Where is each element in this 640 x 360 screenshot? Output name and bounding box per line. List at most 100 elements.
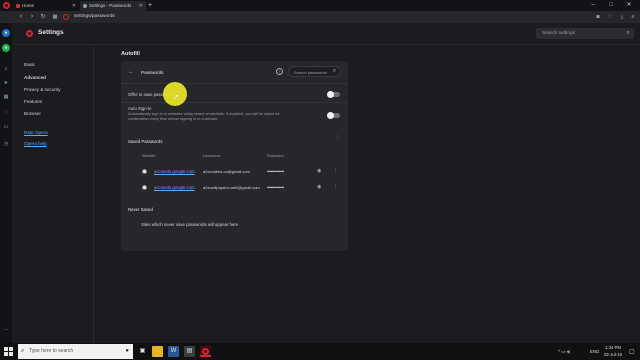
easy-setup-icon[interactable]: ≡ [629,13,637,21]
opera-sidebar: ● ● ⌕ ➤ ▦ ♡ ▭ ◷ ··· [0,23,12,343]
passwords-title: Passwords [141,70,164,75]
taskbar-search-placeholder: Type here to search [29,348,74,354]
toggle-knob [327,91,334,98]
search-icon: ⌕ [333,68,337,74]
row-menu-icon[interactable]: ⋮ [333,184,338,190]
opera-taskbar-icon[interactable] [200,346,211,357]
tab-settings-passwords[interactable]: Settings - Passwords ✕ [80,1,146,11]
divider [121,102,348,103]
minimize-icon[interactable]: – [586,0,600,11]
auto-sign-in-description-line1: Automatically sign in to websites using … [128,112,280,116]
sidebar-search-icon[interactable]: ⌕ [2,65,10,73]
clock-time[interactable]: 1:34 PM [605,345,621,350]
table-row: accounts.google.com a2zcodebs.co@gmail.c… [121,167,348,177]
forward-icon[interactable]: › [27,12,37,22]
saved-passwords-menu-icon[interactable]: ⋮ [335,134,340,140]
search-settings-placeholder: Search settings [542,31,576,36]
url-field[interactable]: settings/passwords [74,13,580,21]
auto-sign-in-toggle[interactable] [327,112,340,119]
maximize-icon[interactable]: □ [604,0,618,11]
settings-nav: Basic Advanced Privacy & security Featur… [12,46,94,343]
search-icon: ⌕ [21,348,25,354]
search-icon: ⌕ [626,30,630,36]
close-tab-icon[interactable]: ✕ [72,1,76,11]
row-username: a2zcodebs.co@gmail.com [203,169,250,174]
taskbar: ⌕ Type here to search ● ▣ W ▤ ^ ▭ ◂) ENG… [0,343,640,360]
heart-icon[interactable]: ♡ [606,13,614,21]
never-saved-title: Never Saved [128,207,153,212]
download-icon[interactable]: ⤓ [618,13,626,21]
language-indicator[interactable]: ENG [590,349,599,354]
google-favicon-icon [142,169,147,174]
column-username: Username [203,154,221,158]
tab-home[interactable]: Home ✕ [13,1,79,11]
file-explorer-icon[interactable] [152,346,163,357]
page-title: Settings [38,29,64,36]
tab-strip: Home ✕ Settings - Passwords ✕ + – □ ✕ [0,0,640,11]
show-password-eye-icon[interactable]: ◉ [317,184,321,190]
microphone-icon[interactable]: ● [125,344,129,359]
snapshot-icon[interactable]: ◙ [594,13,602,21]
nav-advanced[interactable]: Advanced [24,75,46,80]
row-username: a2zwallpapers.net6@gmail.com [203,185,260,190]
new-tab-button[interactable]: + [148,0,152,11]
column-password: Password [267,154,284,158]
table-row: accounts.google.com a2zwallpapers.net6@g… [121,183,348,193]
row-website-link[interactable]: accounts.google.com [154,185,195,190]
speed-dial-icon[interactable]: ▦ [50,12,60,22]
settings-header: Settings Search settings ⌕ [12,23,640,45]
saved-passwords-title: Saved Passwords [128,139,163,144]
address-bar: ‹ › ↻ ▦ settings/passwords ◙ ♡ ⤓ ≡ [0,11,640,23]
never-saved-empty-message: Sites which never save passwords will ap… [141,222,239,227]
help-icon[interactable]: ? [276,68,283,75]
nav-features[interactable]: Features [24,99,42,104]
task-view-icon[interactable]: ▣ [137,346,148,357]
row-password: •••••••••••••• [267,185,284,190]
back-arrow-icon[interactable]: ← [128,69,134,75]
taskbar-search-input[interactable]: ⌕ Type here to search ● [18,344,133,359]
nav-privacy-security[interactable]: Privacy & security [24,87,61,92]
whatsapp-icon[interactable]: ● [2,44,10,52]
section-title: Autofill [121,51,140,57]
auto-sign-in-label: Auto Sign-in [128,106,152,111]
show-password-eye-icon[interactable]: ◉ [317,168,321,174]
tray-icons[interactable]: ^ ▭ ◂) [558,349,570,355]
row-password: •••••••••••••• [267,169,284,174]
windows-start-icon[interactable] [4,347,13,356]
tab-label: Settings - Passwords [89,3,132,8]
notifications-icon[interactable]: ▢ [629,348,635,355]
messenger-icon[interactable]: ● [2,29,10,37]
tabs-icon[interactable]: ▭ [2,123,10,131]
nav-browser[interactable]: Browser [24,111,41,116]
favorites-heart-icon[interactable]: ♡ [2,109,10,117]
row-menu-icon[interactable]: ⋮ [333,168,338,174]
send-icon[interactable]: ➤ [2,79,10,87]
reload-icon[interactable]: ↻ [38,12,48,22]
close-tab-icon[interactable]: ✕ [139,1,143,11]
mouse-pointer-icon: ➚ [173,94,179,101]
google-favicon-icon [142,185,147,190]
close-window-icon[interactable]: ✕ [622,0,636,11]
history-clock-icon[interactable]: ◷ [2,140,10,148]
clock-date[interactable]: 02-Jul-19 [604,352,622,357]
tab-label: Home [22,3,35,8]
nav-basic[interactable]: Basic [24,62,35,67]
toggle-knob [327,112,334,119]
opera-menu-icon[interactable] [3,2,10,9]
gear-icon [83,4,87,8]
apps-grid-icon[interactable]: ▦ [2,93,10,101]
opera-help-link[interactable]: Opera help [24,141,47,146]
auto-sign-in-description-line2: confirmation every time before signing i… [128,117,219,121]
passwords-card: ← Passwords ? Search passwords ⌕ Offer t… [121,61,348,251]
word-icon[interactable]: W [168,346,179,357]
more-icon[interactable]: ··· [2,326,10,334]
search-passwords-input[interactable]: Search passwords ⌕ [288,66,341,77]
offer-to-save-toggle[interactable] [327,91,340,98]
rate-opera-link[interactable]: Rate Opera [24,130,48,135]
row-website-link[interactable]: accounts.google.com [154,169,195,174]
search-settings-input[interactable]: Search settings ⌕ [536,28,634,39]
column-website: Website [142,154,156,158]
app-icon[interactable]: ▤ [184,346,195,357]
back-icon[interactable]: ‹ [16,12,26,22]
divider [121,83,348,84]
